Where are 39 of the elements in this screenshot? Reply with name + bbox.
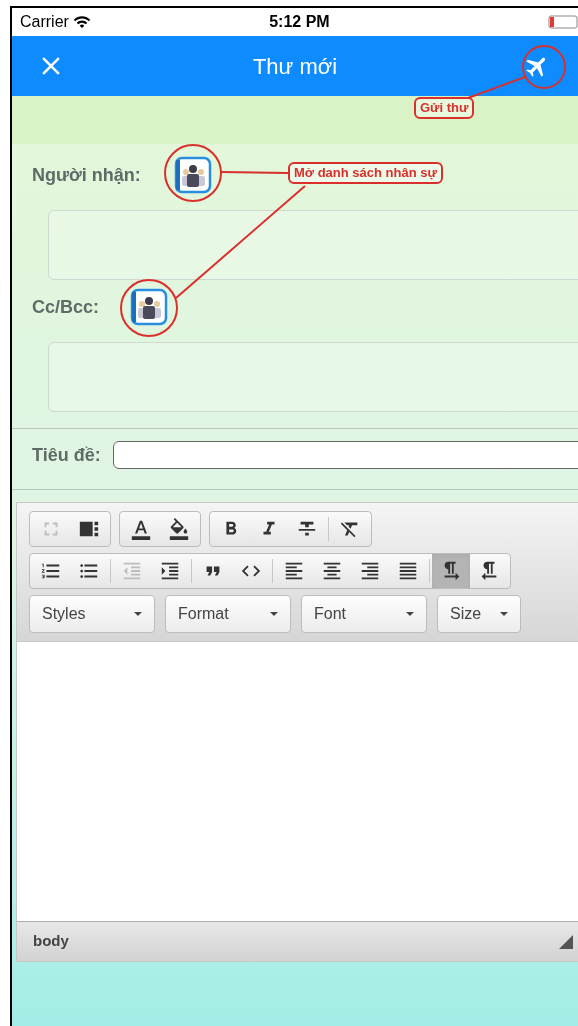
indent-icon [159, 560, 181, 582]
highlight-circle [164, 144, 222, 202]
text-color-icon [130, 518, 152, 540]
highlight-circle [120, 279, 178, 337]
format-dropdown[interactable]: Size [437, 595, 521, 633]
caret-icon [406, 612, 414, 616]
align-center-icon [321, 560, 343, 582]
fill-color-icon [168, 518, 190, 540]
status-time: 5:12 PM [268, 12, 331, 32]
carrier-label: Carrier [20, 12, 69, 32]
recipient-field[interactable] [48, 342, 578, 412]
subject-field[interactable] [112, 441, 578, 469]
callout-label: Mở danh sách nhân sự [288, 162, 443, 184]
format-dropdown[interactable]: Styles [29, 595, 155, 633]
leader-line [467, 76, 526, 99]
format-dropdown[interactable]: Format [165, 595, 291, 633]
caret-icon [500, 612, 508, 616]
outdent-icon [121, 560, 143, 582]
recipient-field[interactable] [48, 210, 578, 280]
caret-icon [270, 612, 278, 616]
align-right-icon [359, 560, 381, 582]
field-label: Cc/Bcc: [32, 295, 101, 319]
element-path-link[interactable]: body [33, 930, 69, 953]
field-label: Tiêu đề: [32, 443, 101, 467]
format-dropdown[interactable]: Font [301, 595, 427, 633]
people-icon[interactable] [130, 288, 168, 326]
highlight-circle [522, 45, 566, 89]
screen-title: Thư mới [251, 52, 339, 81]
left-to-right-button[interactable] [432, 554, 470, 588]
callout-label: Gửi thư [414, 97, 475, 119]
resize-handle-icon[interactable] [559, 934, 573, 949]
battery-icon [548, 15, 578, 29]
caret-icon [134, 612, 142, 616]
align-left-icon [283, 560, 305, 582]
leader-line [220, 171, 289, 174]
justify-icon [397, 560, 419, 582]
wifi-icon [72, 13, 91, 31]
people-icon[interactable] [174, 156, 212, 194]
field-label: Người nhận: [32, 163, 142, 187]
